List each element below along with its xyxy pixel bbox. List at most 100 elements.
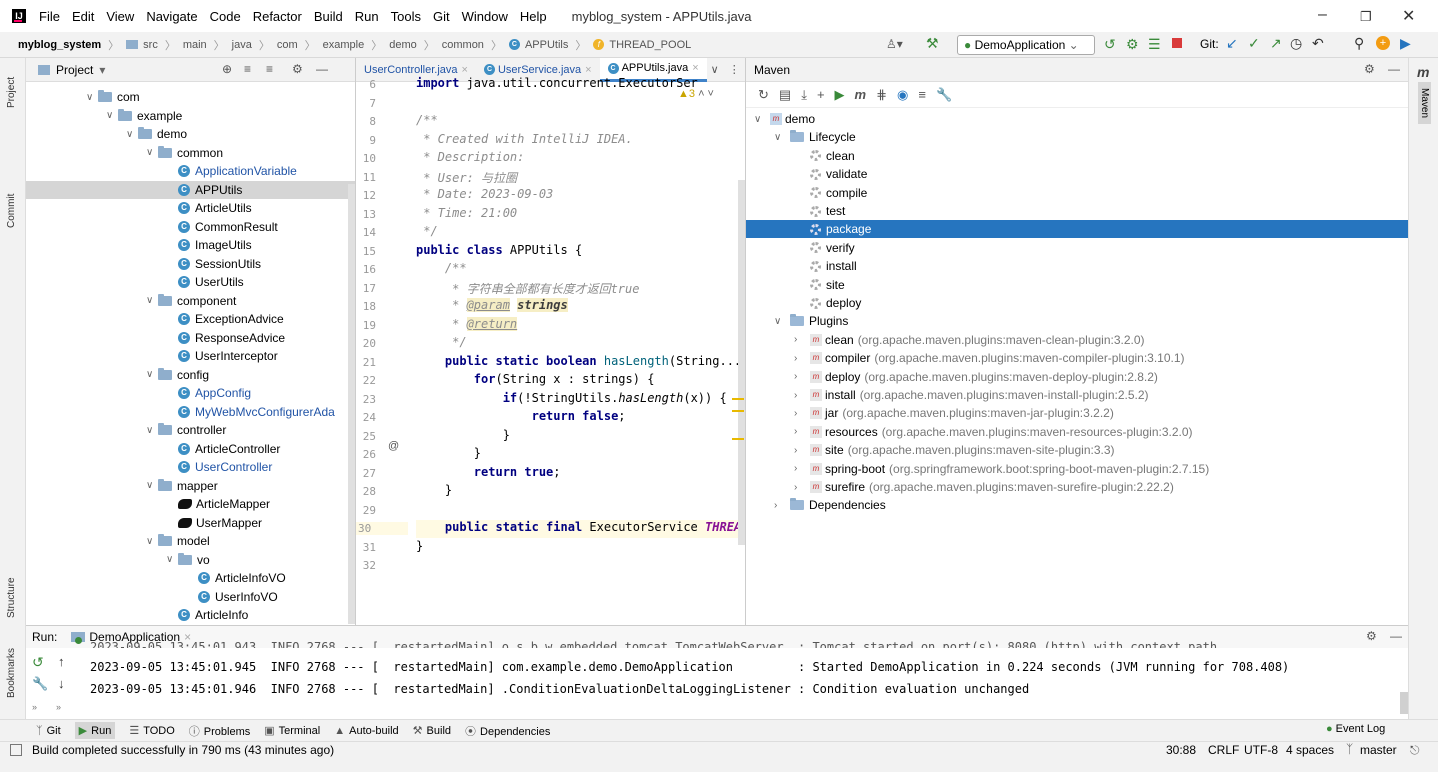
commit-tool-button[interactable]: Commit	[6, 194, 17, 228]
execute-goal-icon[interactable]: m	[855, 87, 867, 102]
tree-item-userinterceptor[interactable]: C UserInterceptor	[166, 347, 278, 365]
toolwindow-todo[interactable]: ☰ TODO	[129, 724, 174, 737]
maven-item-package[interactable]: package	[746, 220, 1408, 239]
maven-item-plugins[interactable]: ∨ Plugins	[746, 312, 1408, 330]
tree-item-apputils[interactable]: C APPUtils	[26, 180, 355, 199]
maven-item-validate[interactable]: validate	[746, 165, 1408, 183]
rollback-icon[interactable]: ↶	[1312, 35, 1324, 52]
reload-icon[interactable]: ↻	[758, 87, 769, 103]
chevron-right-icon[interactable]: ›	[774, 500, 790, 511]
breadcrumb-item[interactable]: common	[442, 39, 484, 51]
updates-icon[interactable]: +	[1376, 36, 1390, 50]
git-update-icon[interactable]: ↙	[1226, 35, 1238, 52]
more-icon[interactable]: »	[32, 702, 37, 712]
tree-item-imageutils[interactable]: C ImageUtils	[166, 236, 252, 254]
tree-item-sessionutils[interactable]: C SessionUtils	[166, 255, 261, 273]
tree-item-articlemapper[interactable]: ArticleMapper	[166, 495, 270, 513]
more-tabs-icon[interactable]: ⋮	[729, 63, 740, 76]
chevron-down-icon[interactable]: ∨	[774, 132, 790, 143]
indent-setting[interactable]: 4 spaces	[1286, 743, 1334, 757]
warning-stripe[interactable]	[732, 410, 744, 412]
breadcrumb-item[interactable]: APPUtils	[525, 39, 568, 51]
maven-item-compile[interactable]: compile	[746, 184, 1408, 202]
maven-item-verify[interactable]: verify	[746, 239, 1408, 257]
run-maven-build-icon[interactable]: ▶	[835, 87, 845, 103]
chevron-down-icon[interactable]: ∨	[774, 316, 790, 327]
show-dependencies-icon[interactable]: ≡	[918, 87, 926, 102]
download-icon[interactable]: ⤓	[801, 87, 807, 103]
chevron-right-icon[interactable]: ›	[794, 371, 810, 382]
close-tab-icon[interactable]: ×	[692, 62, 698, 74]
chevron-down-icon[interactable]: ∨	[106, 110, 118, 121]
scroll-down-icon[interactable]: ↓	[58, 676, 65, 691]
breadcrumb-item[interactable]: demo	[389, 39, 417, 51]
git-push-icon[interactable]: ↗	[1270, 35, 1282, 52]
breadcrumb-item[interactable]: com	[277, 39, 298, 51]
tab-list-chevron-icon[interactable]: ∨	[711, 63, 719, 76]
build-hammer-icon[interactable]: ⚒	[926, 35, 939, 52]
tree-item-applicationvariable[interactable]: C ApplicationVariable	[166, 162, 297, 180]
maven-item-clean[interactable]: clean	[746, 147, 1408, 165]
maximize-icon[interactable]: ❐	[1360, 9, 1372, 25]
search-icon[interactable]: ⚲	[1354, 35, 1364, 52]
chevron-down-icon[interactable]: ∨	[126, 129, 138, 140]
maven-tool-button[interactable]: Maven	[1418, 82, 1431, 125]
lock-icon[interactable]: ⎋	[1410, 743, 1420, 758]
tree-item-userinfovo[interactable]: C UserInfoVO	[186, 588, 278, 606]
breadcrumb-item[interactable]: myblog_system	[18, 39, 101, 51]
chevron-right-icon[interactable]: ›	[794, 353, 810, 364]
close-icon[interactable]: ✕	[1402, 6, 1415, 26]
maven-item-clean[interactable]: › m clean (org.apache.maven.plugins:maven-c…	[746, 331, 1408, 349]
maven-item-demo[interactable]: ∨ m demo	[746, 110, 1408, 128]
toolwindow-dependencies[interactable]: ⦿ Dependencies	[465, 723, 550, 739]
hide-icon[interactable]: —	[316, 62, 328, 76]
add-maven-project-icon[interactable]: ▤	[779, 87, 791, 103]
gear-icon[interactable]: ⚙	[1366, 629, 1377, 643]
add-icon[interactable]: +	[817, 87, 825, 102]
chevron-down-icon[interactable]: ∨	[86, 92, 98, 103]
maven-settings-wrench-icon[interactable]: 🔧	[936, 87, 952, 103]
chevron-down-icon[interactable]: ∨	[146, 147, 158, 158]
chevron-down-icon[interactable]: ∨	[166, 554, 178, 565]
maven-item-lifecycle[interactable]: ∨ Lifecycle	[746, 128, 1408, 146]
chevron-right-icon[interactable]: ›	[794, 408, 810, 419]
menu-git[interactable]: Git	[432, 9, 451, 24]
menu-file[interactable]: File	[38, 9, 61, 24]
project-tool-button[interactable]: Project	[6, 77, 17, 108]
bookmarks-tool-button[interactable]: Bookmarks	[6, 648, 17, 698]
rerun-icon[interactable]: ↺	[1104, 36, 1116, 53]
menu-window[interactable]: Window	[461, 9, 509, 24]
chevron-down-icon[interactable]: ∨	[146, 480, 158, 491]
maven-item-deploy[interactable]: › m deploy (org.apache.maven.plugins:maven-…	[746, 368, 1408, 386]
maven-item-spring-boot[interactable]: › m spring-boot (org.springframework.boot:s…	[746, 460, 1408, 478]
tree-item-example[interactable]: ∨ example	[106, 107, 182, 125]
warning-stripe[interactable]	[732, 398, 744, 400]
plugin-icon[interactable]: ▶	[1400, 35, 1411, 52]
gear-icon[interactable]: ⚙	[292, 62, 303, 76]
tree-item-vo[interactable]: ∨ vo	[166, 551, 210, 569]
coverage-icon[interactable]: ☰	[1148, 36, 1161, 53]
breadcrumb-item[interactable]: src	[143, 39, 158, 51]
status-toggle-icon[interactable]	[10, 744, 22, 756]
toolwindow-git[interactable]: ᛉ Git	[36, 725, 61, 737]
chevron-down-icon[interactable]: ∨	[146, 425, 158, 436]
maven-item-jar[interactable]: › m jar (org.apache.maven.plugins:maven-jar…	[746, 404, 1408, 422]
locate-icon[interactable]: ⊕	[222, 62, 232, 76]
menu-tools[interactable]: Tools	[390, 9, 422, 24]
breadcrumb-item[interactable]: example	[323, 39, 365, 51]
maven-item-test[interactable]: test	[746, 202, 1408, 220]
maven-item-compiler[interactable]: › m compiler (org.apache.maven.plugins:mave…	[746, 349, 1408, 367]
tree-item-articleinfo[interactable]: C ArticleInfo	[166, 606, 248, 624]
breadcrumb-item[interactable]: main	[183, 39, 207, 51]
event-log-button[interactable]: ● Event Log	[1326, 723, 1385, 735]
menu-navigate[interactable]: Navigate	[145, 9, 198, 24]
maven-item-dependencies[interactable]: › Dependencies	[746, 496, 1408, 514]
maven-item-install[interactable]: install	[746, 257, 1408, 275]
menu-help[interactable]: Help	[519, 9, 548, 24]
chevron-right-icon[interactable]: ›	[794, 334, 810, 345]
maven-item-surefire[interactable]: › m surefire (org.apache.maven.plugins:mave…	[746, 478, 1408, 496]
maven-item-site[interactable]: › m site (org.apache.maven.plugins:maven-si…	[746, 441, 1408, 459]
chevron-right-icon[interactable]: ›	[794, 482, 810, 493]
tree-item-userutils[interactable]: C UserUtils	[166, 273, 244, 291]
chevron-right-icon[interactable]: ›	[794, 463, 810, 474]
